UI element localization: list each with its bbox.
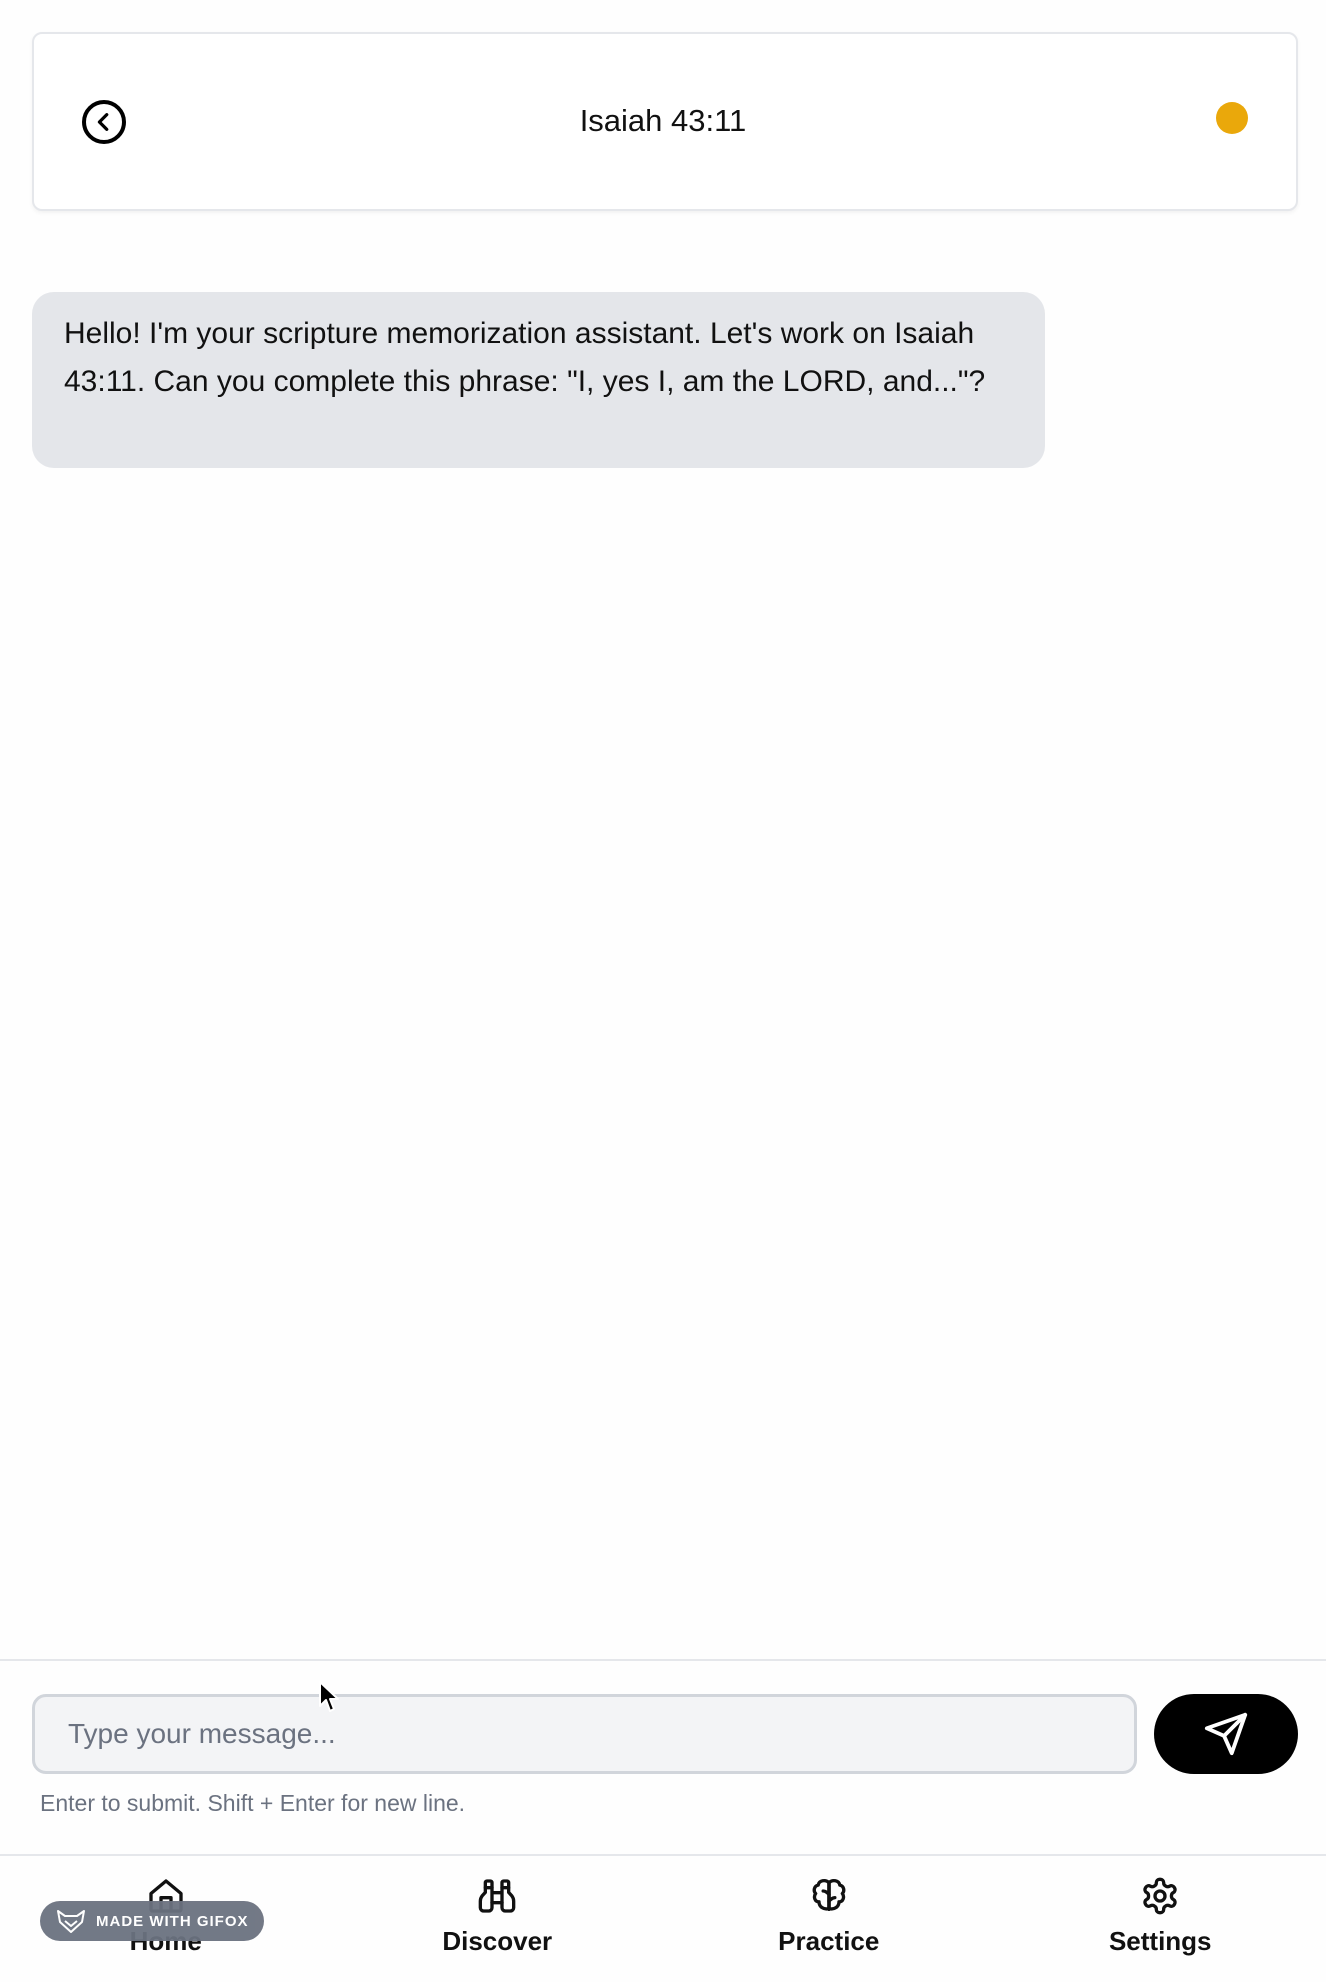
page-title: Isaiah 43:11 [579,103,747,138]
nav-item-discover[interactable]: Discover [332,1856,664,1982]
nav-label-discover: Discover [442,1926,553,1956]
send-button[interactable] [1154,1694,1298,1774]
watermark-text: MADE WITH GIFOX [96,1912,249,1930]
assistant-message: Hello! I'm your scripture memorization a… [32,292,1045,468]
gifox-watermark: MADE WITH GIFOX [40,1901,264,1941]
chat-page: Isaiah 43:11 Hello! I'm your scripture m… [0,0,1326,1982]
nav-item-practice[interactable]: Practice [663,1856,995,1982]
nav-label-practice: Practice [778,1926,880,1956]
composer-hint: Enter to submit. Shift + Enter for new l… [40,1790,466,1816]
status-indicator [1216,102,1248,134]
gear-icon [1143,1877,1177,1915]
fox-logo-icon [57,1910,85,1933]
mouse-cursor-icon [319,1681,339,1712]
nav-item-settings[interactable]: Settings [995,1856,1326,1982]
message-input[interactable] [32,1694,1137,1774]
divider [0,1659,1326,1661]
binoculars-icon [478,1879,516,1913]
brain-icon [812,1879,846,1911]
nav-label-settings: Settings [1108,1926,1212,1956]
send-icon [1204,1712,1248,1756]
